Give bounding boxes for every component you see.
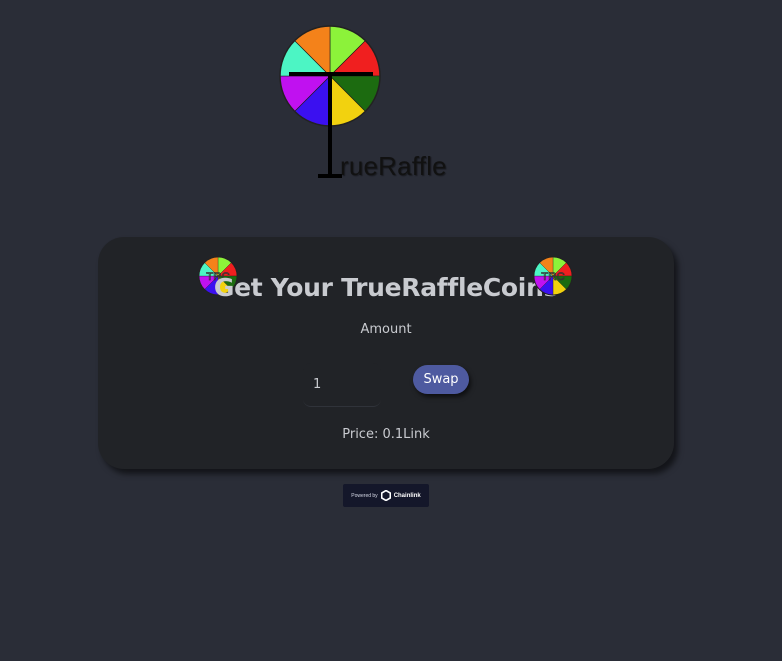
trc-coin-icon: TRC	[533, 256, 573, 296]
swap-button[interactable]: Swap	[413, 365, 469, 394]
page: rueRaffle TRC Get Your TrueRaffleCoins T…	[0, 0, 782, 661]
logo-brand-text: rueRaffle	[340, 151, 447, 181]
svg-text:TRC: TRC	[541, 271, 565, 283]
chainlink-name: Chainlink	[393, 492, 421, 499]
price-text: Price: 0.1Link	[342, 427, 430, 442]
swap-card: TRC Get Your TrueRaffleCoins TRC Amount …	[98, 237, 674, 469]
amount-input[interactable]	[303, 363, 381, 407]
true-raffle-logo: rueRaffle	[272, 20, 472, 185]
chainlink-hexagon-icon	[380, 490, 391, 501]
amount-label: Amount	[360, 322, 412, 337]
card-title: Get Your TrueRaffleCoins	[213, 273, 559, 302]
powered-by-label: Powered by	[351, 492, 378, 499]
powered-by-chainlink-badge[interactable]: Powered by Chainlink	[343, 484, 429, 507]
